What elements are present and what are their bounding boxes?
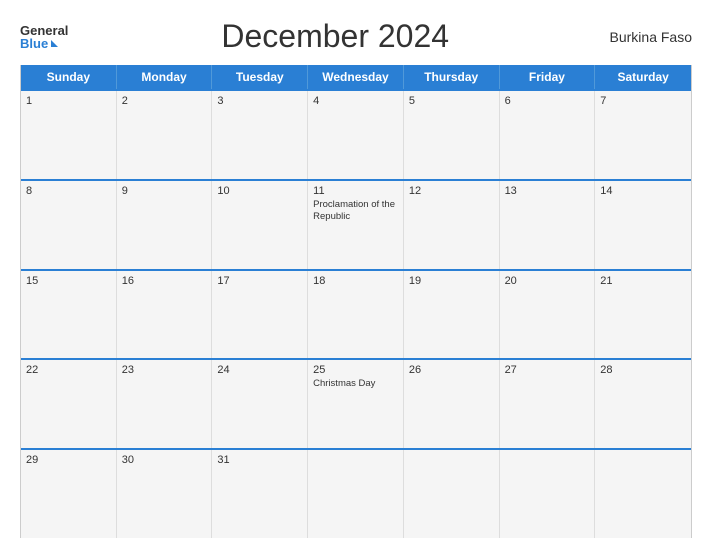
day-cell-3-2: 24 bbox=[212, 360, 308, 448]
day-number: 22 bbox=[26, 364, 111, 376]
calendar-grid: Sunday Monday Tuesday Wednesday Thursday… bbox=[20, 65, 692, 538]
day-cell-1-3: 11 Proclamation of the Republic bbox=[308, 181, 404, 269]
day-number: 4 bbox=[313, 95, 398, 107]
header-monday: Monday bbox=[117, 65, 213, 89]
day-number: 14 bbox=[600, 185, 686, 197]
day-cell-4-0: 29 bbox=[21, 450, 117, 538]
day-cell-2-6: 21 bbox=[595, 271, 691, 359]
week-row-4: 22 23 24 25 Christmas Day 26 27 28 bbox=[21, 358, 691, 448]
day-number: 13 bbox=[505, 185, 590, 197]
day-cell-3-0: 22 bbox=[21, 360, 117, 448]
day-number: 31 bbox=[217, 454, 302, 466]
weeks-container: 1234567891011Proclamation of the Republi… bbox=[21, 89, 691, 538]
day-number: 9 bbox=[122, 185, 207, 197]
day-number: 7 bbox=[600, 95, 686, 107]
day-cell-3-6: 28 bbox=[595, 360, 691, 448]
calendar-page: General Blue December 2024 Burkina Faso … bbox=[0, 0, 712, 550]
day-cell-0-1: 2 bbox=[117, 91, 213, 179]
day-cell-0-4: 5 bbox=[404, 91, 500, 179]
day-cell-0-0: 1 bbox=[21, 91, 117, 179]
day-cell-1-1: 9 bbox=[117, 181, 213, 269]
day-cell-2-0: 15 bbox=[21, 271, 117, 359]
country-name: Burkina Faso bbox=[602, 29, 692, 45]
day-number: 23 bbox=[122, 364, 207, 376]
week-row-3: 15 16 17 18 19 20 21 bbox=[21, 269, 691, 359]
day-cell-0-3: 4 bbox=[308, 91, 404, 179]
day-number: 18 bbox=[313, 275, 398, 287]
day-number: 17 bbox=[217, 275, 302, 287]
day-number: 21 bbox=[600, 275, 686, 287]
day-number: 2 bbox=[122, 95, 207, 107]
calendar-header: General Blue December 2024 Burkina Faso bbox=[20, 18, 692, 55]
day-cell-1-5: 13 bbox=[500, 181, 596, 269]
day-cell-0-5: 6 bbox=[500, 91, 596, 179]
header-saturday: Saturday bbox=[595, 65, 691, 89]
day-number: 26 bbox=[409, 364, 494, 376]
header-thursday: Thursday bbox=[404, 65, 500, 89]
day-number: 6 bbox=[505, 95, 590, 107]
holiday-label: Christmas Day bbox=[313, 378, 398, 390]
day-number: 25 bbox=[313, 364, 398, 376]
day-number: 3 bbox=[217, 95, 302, 107]
logo: General Blue bbox=[20, 24, 68, 50]
day-cell-3-3: 25 Christmas Day bbox=[308, 360, 404, 448]
month-title: December 2024 bbox=[68, 18, 602, 55]
week-row-2: 89 10 11 Proclamation of the Republic 12 13 14 bbox=[21, 179, 691, 269]
day-cell-2-4: 19 bbox=[404, 271, 500, 359]
day-number: 5 bbox=[409, 95, 494, 107]
day-cell-1-2: 10 bbox=[212, 181, 308, 269]
holiday-label: Proclamation of the Republic bbox=[313, 199, 398, 224]
day-number: 8 bbox=[26, 185, 111, 197]
day-cell-3-1: 23 bbox=[117, 360, 213, 448]
day-number: 19 bbox=[409, 275, 494, 287]
day-cell-4-6 bbox=[595, 450, 691, 538]
day-cell-4-5 bbox=[500, 450, 596, 538]
day-number: 1 bbox=[26, 95, 111, 107]
logo-general-text: General bbox=[20, 24, 68, 37]
day-cell-2-1: 16 bbox=[117, 271, 213, 359]
day-cell-2-5: 20 bbox=[500, 271, 596, 359]
day-number: 24 bbox=[217, 364, 302, 376]
day-number: 20 bbox=[505, 275, 590, 287]
logo-blue-text: Blue bbox=[20, 37, 68, 50]
day-number: 15 bbox=[26, 275, 111, 287]
day-cell-0-6: 7 bbox=[595, 91, 691, 179]
day-number: 27 bbox=[505, 364, 590, 376]
header-friday: Friday bbox=[500, 65, 596, 89]
day-cell-2-3: 18 bbox=[308, 271, 404, 359]
day-cell-4-3 bbox=[308, 450, 404, 538]
day-cell-3-4: 26 bbox=[404, 360, 500, 448]
day-cell-0-2: 3 bbox=[212, 91, 308, 179]
day-cell-1-6: 14 bbox=[595, 181, 691, 269]
day-cell-3-5: 27 bbox=[500, 360, 596, 448]
week-row-5: 29 30 31 bbox=[21, 448, 691, 538]
header-tuesday: Tuesday bbox=[212, 65, 308, 89]
logo-triangle-icon bbox=[51, 40, 58, 47]
day-headers-row: Sunday Monday Tuesday Wednesday Thursday… bbox=[21, 65, 691, 89]
day-number: 11 bbox=[313, 185, 398, 197]
day-number: 16 bbox=[122, 275, 207, 287]
week-row-1: 1234567 bbox=[21, 89, 691, 179]
day-number: 29 bbox=[26, 454, 111, 466]
day-number: 30 bbox=[122, 454, 207, 466]
day-number: 28 bbox=[600, 364, 686, 376]
day-number: 10 bbox=[217, 185, 302, 197]
header-wednesday: Wednesday bbox=[308, 65, 404, 89]
day-cell-4-2: 31 bbox=[212, 450, 308, 538]
day-cell-4-1: 30 bbox=[117, 450, 213, 538]
header-sunday: Sunday bbox=[21, 65, 117, 89]
day-cell-4-4 bbox=[404, 450, 500, 538]
day-cell-1-0: 8 bbox=[21, 181, 117, 269]
day-cell-2-2: 17 bbox=[212, 271, 308, 359]
day-number: 12 bbox=[409, 185, 494, 197]
day-cell-1-4: 12 bbox=[404, 181, 500, 269]
